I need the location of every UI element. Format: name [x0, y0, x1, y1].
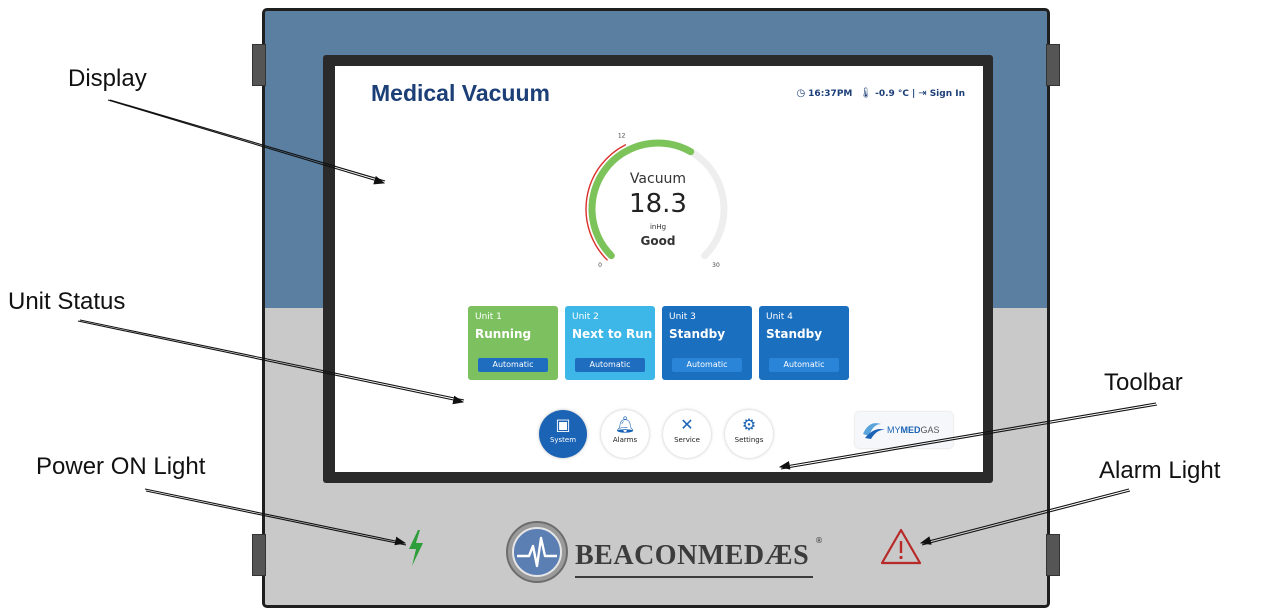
gauge-max-label: 30 — [712, 262, 720, 269]
thermometer-icon: 🌡︎ — [859, 88, 873, 99]
sign-in-icon[interactable]: ⇥ — [918, 88, 926, 99]
callout-display: Display — [68, 65, 147, 92]
grid-icon: ▣ — [555, 415, 571, 434]
unit-state: Standby — [766, 327, 823, 341]
gear-icon: ⚙ — [741, 415, 757, 434]
tools-icon: ✕ — [680, 415, 694, 434]
unit-name: Unit 1 — [475, 312, 502, 322]
unit-card-1[interactable]: Unit 1 Running Automatic — [468, 306, 558, 380]
alarm-light-icon — [880, 528, 922, 565]
unit-state: Standby — [669, 327, 726, 341]
unit-name: Unit 3 — [669, 312, 696, 322]
brand-registered-mark: ® — [815, 536, 823, 545]
gauge-min-label: 0 — [598, 262, 602, 269]
display-screen: Medical Vacuum ◷ 16:37PM 🌡︎ -0.9 °C | ⇥ … — [335, 66, 983, 472]
housing-clip — [252, 44, 266, 86]
unit-mode-badge[interactable]: Automatic — [478, 358, 548, 372]
mymedgas-logo[interactable]: MYMEDGAS — [855, 412, 953, 448]
unit-state: Next to Run — [572, 327, 653, 341]
callout-toolbar: Toolbar — [1104, 369, 1183, 396]
beacon-medaes-brand: BEACONMEDÆS ® — [505, 520, 825, 590]
unit-name: Unit 4 — [766, 312, 793, 322]
unit-name: Unit 2 — [572, 312, 599, 322]
alarms-button[interactable]: 🔔︎ Alarms — [601, 410, 649, 458]
system-button[interactable]: ▣ System — [539, 410, 587, 458]
callout-alarm-light: Alarm Light — [1099, 457, 1221, 484]
toolbar: ▣ System 🔔︎ Alarms ✕ Service ⚙ Settings — [539, 406, 779, 458]
callout-power-light: Power ON Light — [36, 453, 206, 480]
housing-clip — [252, 534, 266, 576]
brand-underline — [575, 576, 813, 578]
alarms-label: Alarms — [612, 436, 638, 444]
unit-card-3[interactable]: Unit 3 Standby Automatic — [662, 306, 752, 380]
gauge-unit: inHg — [649, 223, 667, 231]
gauge-state: Good — [640, 234, 676, 248]
screen-title: Medical Vacuum — [371, 80, 550, 106]
status-separator: | — [912, 88, 916, 99]
gauge-value: 18.3 — [629, 189, 687, 219]
mymedgas-text: MYMEDGAS — [887, 425, 940, 435]
gauge-label: Vacuum — [629, 171, 687, 187]
temperature-readout: -0.9 °C — [875, 88, 909, 99]
housing-clip — [1046, 534, 1060, 576]
status-bar: ◷ 16:37PM 🌡︎ -0.9 °C | ⇥ Sign In — [796, 88, 965, 99]
system-label: System — [549, 436, 577, 444]
bell-icon: 🔔︎ — [614, 415, 636, 434]
callout-unit-status: Unit Status — [8, 288, 126, 315]
power-on-light-icon — [409, 530, 423, 566]
unit-status-cards: Unit 1 Running Automatic Unit 2 Next to … — [468, 306, 858, 381]
time-readout: 16:37PM — [808, 88, 853, 99]
housing-clip — [1046, 44, 1060, 86]
sign-in-link[interactable]: Sign In — [930, 89, 965, 99]
unit-mode-badge[interactable]: Automatic — [769, 358, 839, 372]
unit-card-4[interactable]: Unit 4 Standby Automatic — [759, 306, 849, 380]
unit-mode-badge[interactable]: Automatic — [575, 358, 645, 372]
vacuum-gauge: 0 12 30 Vacuum 18.3 inHg Good — [573, 131, 743, 271]
unit-state: Running — [475, 327, 532, 341]
service-label: Service — [674, 436, 700, 444]
service-button[interactable]: ✕ Service — [663, 410, 711, 458]
unit-card-2[interactable]: Unit 2 Next to Run Automatic — [565, 306, 655, 380]
settings-label: Settings — [734, 436, 764, 444]
clock-icon: ◷ — [796, 88, 806, 99]
beacon-medaes-logo-icon — [506, 521, 568, 583]
gauge-threshold-label: 12 — [618, 133, 626, 140]
brand-name: BEACONMEDÆS — [575, 540, 810, 571]
unit-mode-badge[interactable]: Automatic — [672, 358, 742, 372]
settings-button[interactable]: ⚙ Settings — [725, 410, 773, 458]
